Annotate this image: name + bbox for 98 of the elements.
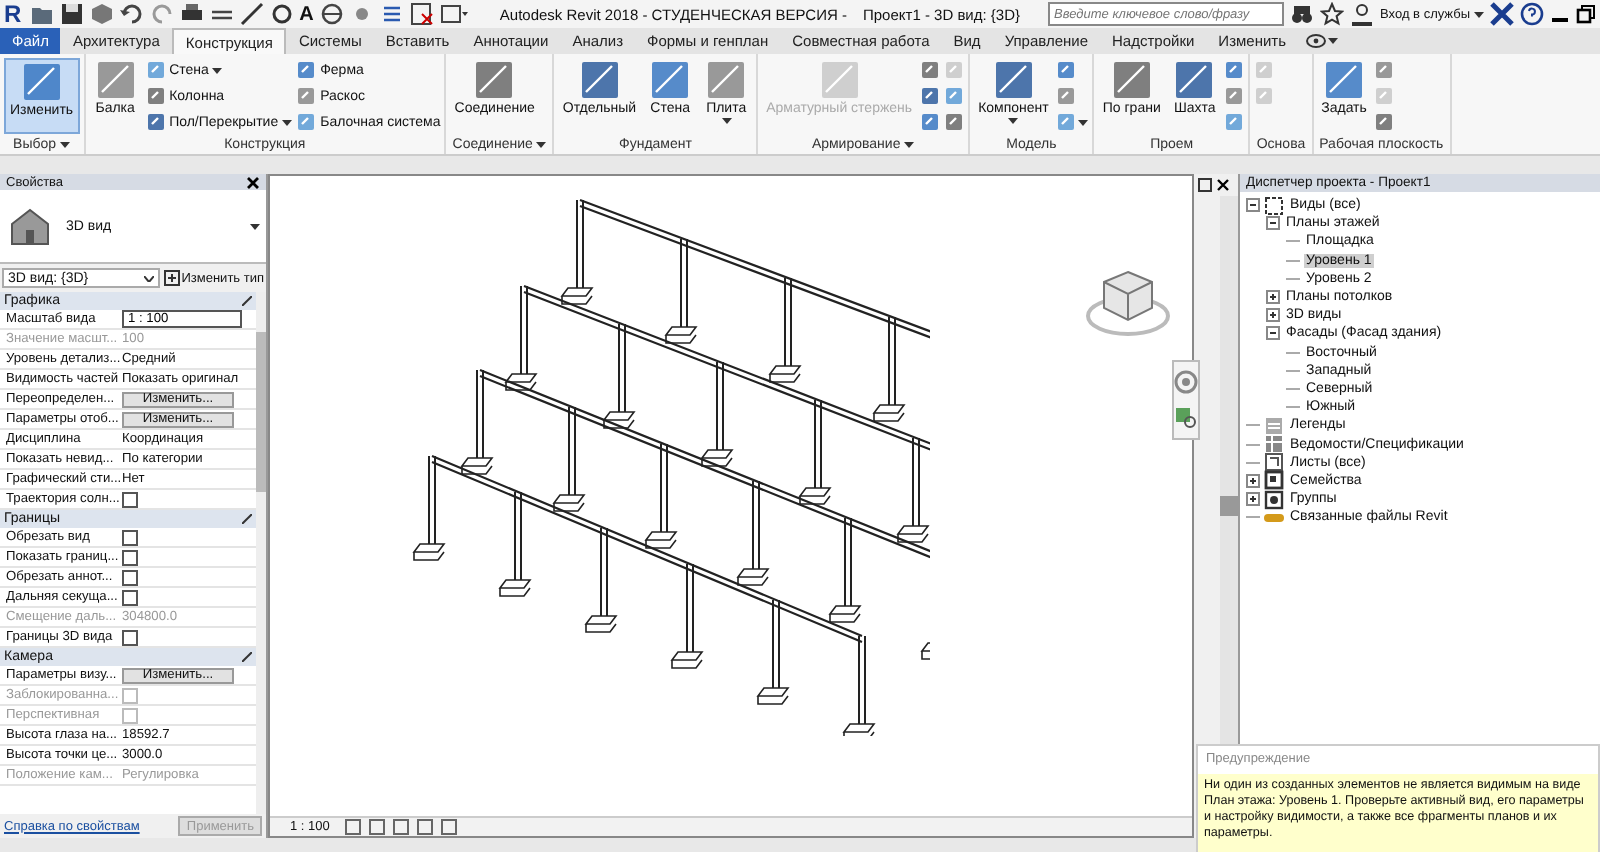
collapse-icon [242, 514, 252, 524]
caret-icon [904, 141, 915, 147]
restore-view-icon[interactable] [1198, 178, 1212, 192]
tool-icon [1224, 86, 1245, 106]
expand-icon[interactable] [1246, 492, 1260, 507]
eye-icon [1306, 34, 1327, 48]
tool-icon [1224, 112, 1245, 132]
close-window-icon[interactable] [409, 2, 434, 26]
tool-icon [296, 60, 317, 80]
tool-icon [1111, 60, 1152, 100]
tool-icon [819, 60, 860, 100]
checkbox[interactable] [122, 529, 138, 545]
caret-icon [1328, 38, 1339, 44]
collapse-icon [242, 296, 252, 306]
zoom-icon[interactable] [1174, 406, 1198, 430]
tree-node-icon [1264, 434, 1284, 455]
navigation-bar[interactable] [1172, 360, 1200, 440]
tool-icon [1324, 60, 1365, 100]
caret-icon [721, 118, 732, 124]
binoculars-icon[interactable] [1290, 2, 1315, 26]
detail-level-icon[interactable] [343, 818, 362, 836]
tool-icon [1174, 60, 1215, 100]
scrollbar-thumb[interactable] [1220, 496, 1238, 516]
tool-icon [1056, 60, 1077, 80]
tool-icon [706, 60, 747, 100]
checkbox[interactable] [122, 549, 138, 565]
caret-icon [1474, 11, 1484, 17]
steering-wheel-icon[interactable] [1174, 370, 1198, 394]
tool-icon [1056, 112, 1077, 132]
tool-icon [579, 60, 620, 100]
print-icon[interactable] [179, 2, 204, 26]
tool-icon [95, 60, 136, 100]
tool-icon [944, 112, 965, 132]
tool-icon [1224, 60, 1245, 80]
restore-icon[interactable] [1576, 4, 1596, 24]
sun-path-icon[interactable] [391, 818, 410, 836]
collapse-icon [242, 652, 252, 662]
tool-icon [145, 86, 166, 106]
shadows-icon[interactable] [415, 818, 434, 836]
caret-icon [1008, 118, 1019, 124]
tool-button[interactable] [1056, 110, 1089, 134]
caret-icon [1078, 119, 1089, 125]
tree-node-icon [1264, 195, 1284, 216]
tool-icon [1254, 86, 1275, 106]
tool-icon [944, 60, 965, 80]
scrollbar-thumb[interactable] [256, 332, 266, 492]
checkbox[interactable] [122, 569, 138, 585]
tool-icon [920, 86, 941, 106]
tree-node-icon [1264, 452, 1284, 473]
tool-icon [993, 60, 1034, 100]
expand-icon[interactable] [1246, 473, 1260, 488]
tool-icon [474, 60, 515, 100]
tool-icon [1374, 86, 1395, 106]
collapse-icon[interactable] [1266, 326, 1280, 341]
close-icon[interactable] [246, 175, 260, 189]
tool-icon [296, 112, 317, 132]
switch-window-icon[interactable] [439, 2, 468, 26]
tool-icon [145, 60, 166, 80]
close-icon[interactable] [1216, 178, 1230, 192]
collapse-icon[interactable] [1266, 216, 1280, 231]
tool-icon [296, 86, 317, 106]
caret-icon [282, 119, 293, 125]
checkbox[interactable] [122, 629, 138, 645]
tree-node-icon [1264, 470, 1284, 491]
crop-icon[interactable] [439, 818, 458, 836]
tool-icon [1374, 60, 1395, 80]
user-icon[interactable] [1350, 2, 1375, 26]
tool-icon [920, 60, 941, 80]
chevron-icon [143, 275, 154, 281]
app-logo[interactable]: R [4, 2, 22, 26]
edit-type-icon [163, 270, 180, 286]
caret-icon [536, 141, 547, 147]
help-icon[interactable] [1520, 2, 1544, 26]
expand-icon[interactable] [1266, 308, 1280, 323]
tool-icon [920, 112, 941, 132]
undo-icon[interactable] [119, 2, 144, 26]
tree-node-icon [1264, 415, 1284, 436]
visual-style-icon[interactable] [367, 818, 386, 836]
checkbox[interactable] [122, 589, 138, 605]
save-icon[interactable] [59, 2, 84, 26]
tool-icon [1374, 112, 1395, 132]
star-icon[interactable] [1320, 2, 1345, 26]
collapse-icon[interactable] [1246, 198, 1260, 213]
tree-node-icon [1264, 489, 1284, 510]
tool-icon [1254, 60, 1275, 80]
tool-icon [650, 60, 691, 100]
tool-icon [1056, 86, 1077, 106]
tool-icon [944, 86, 965, 106]
expand-icon[interactable] [1266, 290, 1280, 305]
checkbox[interactable] [122, 491, 138, 507]
tool-icon [21, 62, 62, 102]
caret-icon [60, 141, 71, 147]
caret-icon [250, 223, 260, 229]
tool-icon [145, 112, 166, 132]
text-tool-icon[interactable]: A [299, 3, 314, 25]
globe-icon[interactable] [319, 2, 344, 26]
caret-icon [212, 67, 223, 73]
list-icon[interactable] [379, 2, 404, 26]
